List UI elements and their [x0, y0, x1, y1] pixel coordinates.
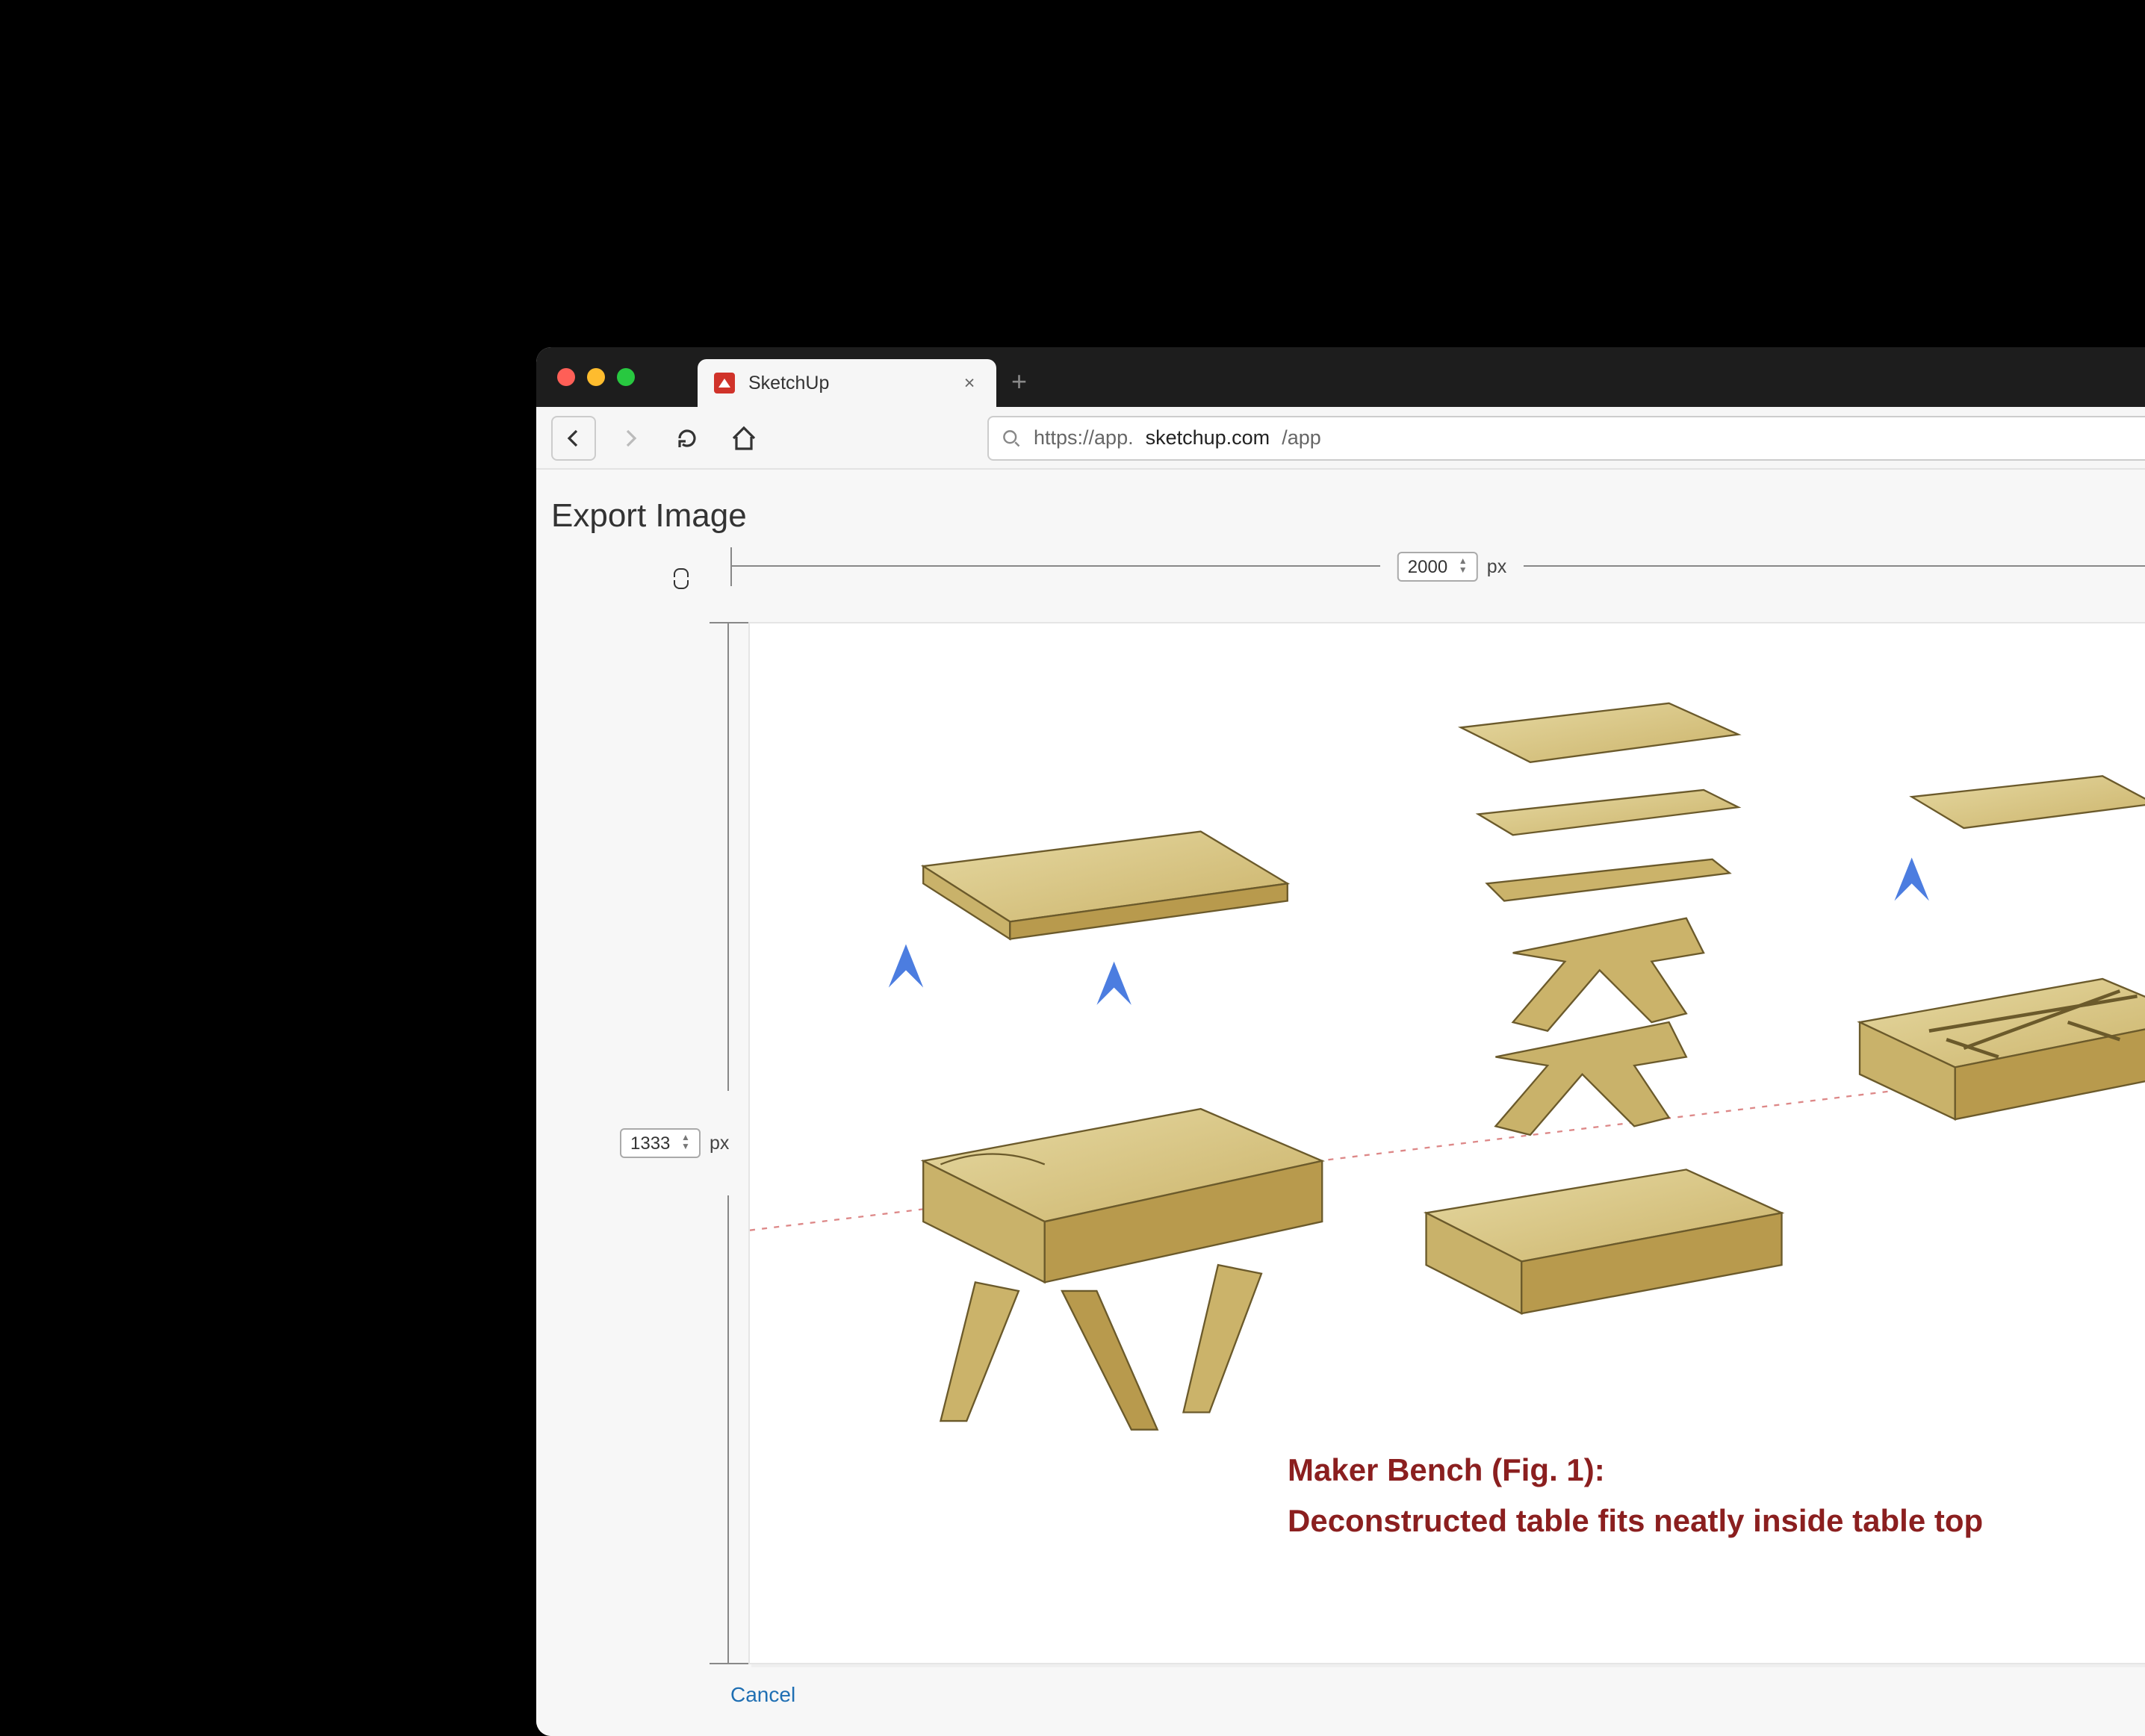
url-prefix: https://app. — [1034, 426, 1134, 449]
window-controls — [557, 368, 635, 386]
sketchup-app-icon — [713, 371, 736, 395]
width-dimension: 2000 ▲▼ px — [730, 547, 2145, 586]
preview-area: 2000 ▲▼ px 1333 ▲▼ — [581, 547, 2145, 1664]
browser-window: SketchUp × + ht — [536, 347, 2145, 1736]
page-title: Export Image — [551, 497, 2145, 535]
close-tab-icon[interactable]: × — [957, 373, 981, 393]
preview-canvas: Maker Bench (Fig. 1): Deconstructed tabl… — [748, 622, 2145, 1664]
height-value: 1333 — [630, 1133, 670, 1154]
back-button[interactable] — [551, 415, 596, 460]
app-content: Export Image 2000 ▲▼ — [536, 470, 2145, 1736]
export-pane: Export Image 2000 ▲▼ — [536, 470, 2145, 1736]
reload-button[interactable] — [665, 415, 710, 460]
width-stepper[interactable]: 2000 ▲▼ — [1397, 552, 1478, 582]
width-value: 2000 — [1408, 556, 1447, 577]
caption-line-1: Maker Bench (Fig. 1): — [1288, 1446, 1983, 1497]
new-tab-button[interactable]: + — [1011, 367, 1027, 398]
preview-caption: Maker Bench (Fig. 1): Deconstructed tabl… — [1288, 1446, 1983, 1549]
tab-strip: SketchUp × + — [536, 347, 2145, 407]
search-icon — [1001, 427, 1022, 448]
browser-toolbar: https://app. sketchup.com/app — [536, 407, 2145, 470]
maximize-window-button[interactable] — [617, 368, 635, 386]
address-bar[interactable]: https://app. sketchup.com/app — [987, 415, 2145, 460]
height-unit: px — [710, 1133, 729, 1154]
minimize-window-button[interactable] — [587, 368, 605, 386]
caption-line-2: Deconstructed table fits neatly inside t… — [1288, 1498, 1983, 1549]
url-suffix: /app — [1282, 426, 1321, 449]
aspect-lock-icon[interactable] — [668, 568, 695, 601]
width-unit: px — [1487, 556, 1506, 577]
cancel-button[interactable]: Cancel — [730, 1682, 795, 1706]
url-domain: sketchup.com — [1146, 426, 1270, 449]
height-stepper[interactable]: 1333 ▲▼ — [620, 1128, 701, 1158]
forward-button[interactable] — [608, 415, 653, 460]
tab-title: SketchUp — [748, 373, 829, 393]
home-button[interactable] — [721, 415, 766, 460]
height-dimension: 1333 ▲▼ px — [710, 622, 748, 1664]
close-window-button[interactable] — [557, 368, 575, 386]
browser-tab[interactable]: SketchUp × — [698, 359, 996, 407]
